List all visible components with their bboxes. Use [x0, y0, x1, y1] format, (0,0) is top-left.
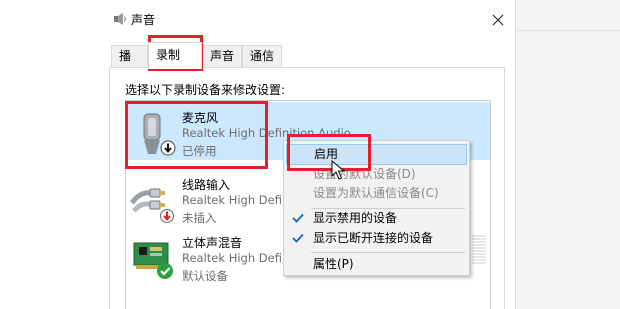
menu-item-set-default[interactable]: 设置为默认设备(D): [286, 164, 467, 185]
device-status: 默认设备: [182, 269, 228, 283]
close-icon: [492, 14, 504, 26]
context-menu: 启用 设置为默认设备(D) 设置为默认通信设备(C) 显示禁用的设备 显示已断开…: [283, 140, 470, 276]
tab-sounds[interactable]: 声音: [202, 45, 242, 68]
instruction-text: 选择以下录制设备来修改设置:: [125, 83, 286, 97]
close-button[interactable]: [485, 8, 511, 32]
device-name: 麦克风: [182, 111, 219, 125]
menu-separator: [311, 252, 465, 253]
tab-strip: 播放 录制 声音 通信: [109, 42, 515, 84]
mouse-cursor-icon: [331, 160, 345, 180]
checkmark-icon: [292, 213, 304, 223]
line-in-cable-icon: [130, 188, 174, 223]
checkmark-icon: [292, 233, 304, 243]
tab-playback[interactable]: 播放: [111, 45, 148, 84]
speaker-icon: [114, 13, 126, 25]
menu-item-show-disabled[interactable]: 显示禁用的设备: [286, 208, 467, 229]
sound-card-icon: [133, 242, 173, 279]
device-status: 未插入: [182, 211, 217, 225]
title-bar: 声音: [109, 0, 515, 38]
window-title: 声音: [131, 13, 156, 27]
menu-item-set-default-comm[interactable]: 设置为默认通信设备(C): [286, 183, 467, 204]
menu-item-label: 显示已断开连接的设备: [313, 231, 434, 245]
tab-recording[interactable]: 录制: [148, 42, 202, 69]
background-window-edge: [515, 0, 620, 309]
tab-communications[interactable]: 通信: [242, 45, 282, 68]
background-window-divider: [516, 30, 620, 31]
device-name: 立体声混音: [182, 236, 243, 250]
microphone-icon: [143, 113, 176, 156]
menu-item-label: 显示禁用的设备: [313, 211, 398, 225]
menu-item-enable[interactable]: 启用: [286, 144, 467, 165]
menu-item-properties[interactable]: 属性(P): [286, 254, 467, 275]
menu-item-show-disconnected[interactable]: 显示已断开连接的设备: [286, 228, 467, 249]
level-meter: [472, 235, 486, 267]
device-driver: Realtek High Definition Audio: [182, 126, 351, 140]
device-name: 线路输入: [182, 178, 231, 192]
screenshot-stage: 声音 播放 录制 声音 通信 选择以下录制设备来修改设置:: [0, 0, 620, 309]
device-status: 已停用: [182, 144, 217, 158]
